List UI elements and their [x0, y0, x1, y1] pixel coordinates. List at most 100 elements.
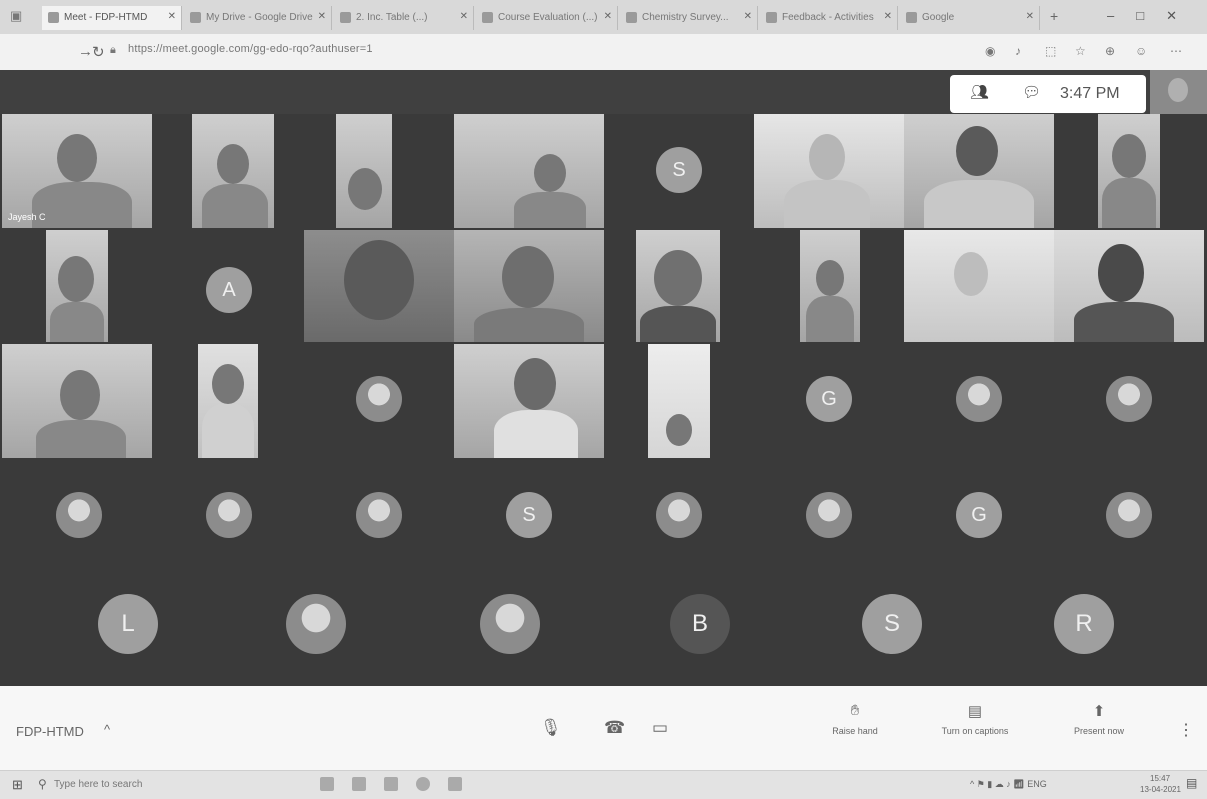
self-view-tile[interactable]	[1150, 70, 1207, 114]
edge-icon[interactable]	[416, 777, 430, 791]
participant-video-tile[interactable]: Jayesh C	[2, 114, 152, 228]
participant-avatar[interactable]	[656, 492, 702, 538]
raise-hand-label: Raise hand	[832, 726, 878, 736]
leave-call-icon[interactable]: ☎︎	[604, 718, 625, 738]
participant-video-tile[interactable]	[754, 114, 904, 228]
participant-video-tile[interactable]	[800, 230, 860, 342]
participant-video-tile[interactable]	[454, 230, 604, 342]
window-controls[interactable]: –□✕	[1107, 8, 1199, 24]
task-view-icon[interactable]	[320, 777, 334, 791]
participant-avatar[interactable]	[806, 492, 852, 538]
more-options-icon[interactable]: ⋮	[1178, 720, 1194, 740]
close-icon[interactable]: ✕	[1026, 11, 1034, 22]
participant-video-tile[interactable]	[198, 344, 258, 458]
close-icon[interactable]: ✕	[460, 11, 468, 22]
chat-icon[interactable]: 💬︎	[1022, 83, 1041, 101]
captions-button[interactable]: ▤ Turn on captions	[930, 702, 1020, 736]
taskbar-date[interactable]: 13-04-2021	[1140, 785, 1181, 794]
participant-video-tile[interactable]	[336, 114, 392, 228]
tab-drive[interactable]: My Drive - Google Drive ✕	[184, 6, 332, 30]
menu-icon[interactable]: ⋯	[1170, 44, 1182, 58]
participant-avatar[interactable]	[206, 492, 252, 538]
participant-avatar[interactable]	[56, 492, 102, 538]
tab-table[interactable]: 2. Inc. Table (...) ✕	[334, 6, 474, 30]
raise-hand-button[interactable]: ✋︎ Raise hand	[810, 702, 900, 736]
chevron-up-icon[interactable]: ^	[104, 722, 110, 737]
participant-video-tile[interactable]	[1054, 230, 1204, 342]
participant-avatar[interactable]	[286, 594, 346, 654]
new-tab-icon[interactable]: +	[1050, 8, 1058, 24]
tab-meet[interactable]: Meet - FDP-HTMD ✕	[42, 6, 182, 30]
camera-icon[interactable]: ◉	[985, 44, 995, 58]
participant-body	[494, 410, 578, 458]
participant-video-tile[interactable]	[904, 230, 1054, 342]
participant-video-tile[interactable]	[454, 114, 604, 228]
taskbar-search-input[interactable]: Type here to search	[54, 779, 142, 790]
notification-icon[interactable]: ▤	[1186, 776, 1197, 790]
people-icon[interactable]: 👥︎	[970, 83, 989, 101]
tab-feedback[interactable]: Feedback - Activities ✕	[760, 6, 898, 30]
favorite-icon[interactable]: ☆	[1075, 44, 1086, 58]
participant-avatar[interactable]	[1106, 492, 1152, 538]
present-icon: ⬆︎	[1092, 703, 1106, 720]
participant-avatar[interactable]	[480, 594, 540, 654]
collections-icon[interactable]: ⊕	[1105, 44, 1115, 58]
participant-avatar[interactable]: R	[1054, 594, 1114, 654]
windows-start-icon[interactable]: ⊞	[12, 777, 23, 793]
participant-body	[202, 184, 268, 228]
store-icon[interactable]	[384, 777, 398, 791]
participant-avatar[interactable]: S	[862, 594, 922, 654]
app-icon[interactable]	[448, 777, 462, 791]
camera-toggle-icon[interactable]: ▭	[652, 718, 668, 738]
participant-video-tile[interactable]	[304, 230, 454, 342]
participant-video-tile[interactable]	[648, 344, 710, 458]
tab-google[interactable]: Google ✕	[900, 6, 1040, 30]
extension-icon[interactable]: ⬚	[1045, 44, 1056, 58]
participant-avatar[interactable]: S	[506, 492, 552, 538]
tab-course-evaluation[interactable]: Course Evaluation (...) ✕	[476, 6, 618, 30]
lock-icon[interactable]: 🔒︎	[110, 44, 116, 57]
meeting-name[interactable]: FDP-HTMD	[16, 724, 84, 739]
participant-video-tile[interactable]	[904, 114, 1054, 228]
read-aloud-icon[interactable]: ♪	[1015, 44, 1021, 58]
reload-icon[interactable]: ↻	[92, 43, 105, 61]
participant-video-tile[interactable]	[192, 114, 274, 228]
tab-survey[interactable]: Chemistry Survey... ✕	[620, 6, 758, 30]
back-icon[interactable]: →	[78, 43, 93, 60]
participant-avatar[interactable]: S	[656, 147, 702, 193]
search-icon[interactable]: ⚲	[38, 777, 47, 791]
tab-actions-icon[interactable]: ▣	[10, 8, 22, 24]
participant-video-tile[interactable]	[636, 230, 720, 342]
participant-avatar[interactable]	[1106, 376, 1152, 422]
participant-video-tile[interactable]	[454, 344, 604, 458]
participant-avatar[interactable]: G	[956, 492, 1002, 538]
participant-avatar[interactable]	[356, 492, 402, 538]
microphone-icon[interactable]: 🎙︎	[540, 718, 562, 738]
system-tray[interactable]: ^ ⚑ ▮ ☁ ♪ 📶︎ ENG	[970, 779, 1047, 790]
present-now-button[interactable]: ⬆︎ Present now	[1054, 702, 1144, 736]
participant-video-tile[interactable]	[1098, 114, 1160, 228]
file-explorer-icon[interactable]	[352, 777, 366, 791]
participant-head	[344, 240, 414, 320]
close-icon[interactable]: ✕	[168, 11, 176, 22]
profile-icon[interactable]: ☺	[1135, 44, 1147, 58]
participant-avatar[interactable]	[356, 376, 402, 422]
participant-head	[654, 250, 702, 306]
url-field[interactable]: https://meet.google.com/gg-edo-rqo?authu…	[128, 43, 373, 55]
participant-avatar[interactable]: A	[206, 267, 252, 313]
close-icon[interactable]: ✕	[744, 11, 752, 22]
close-icon[interactable]: ✕	[884, 11, 892, 22]
participant-avatar[interactable]	[956, 376, 1002, 422]
close-icon[interactable]: ✕	[604, 11, 612, 22]
participant-avatar[interactable]: L	[98, 594, 158, 654]
doc-favicon-icon	[340, 12, 351, 23]
participant-body	[474, 308, 584, 342]
taskbar-time[interactable]: 15:47	[1150, 774, 1170, 783]
language-indicator[interactable]: ENG	[1027, 779, 1047, 789]
participant-avatar[interactable]: B	[670, 594, 730, 654]
close-icon[interactable]: ✕	[318, 11, 326, 22]
participant-avatar[interactable]: G	[806, 376, 852, 422]
meeting-controls-bar: FDP-HTMD ^ 🎙︎ ☎︎ ▭ ✋︎ Raise hand ▤ Turn …	[0, 686, 1207, 770]
participant-video-tile[interactable]	[2, 344, 152, 458]
participant-video-tile[interactable]	[46, 230, 108, 342]
